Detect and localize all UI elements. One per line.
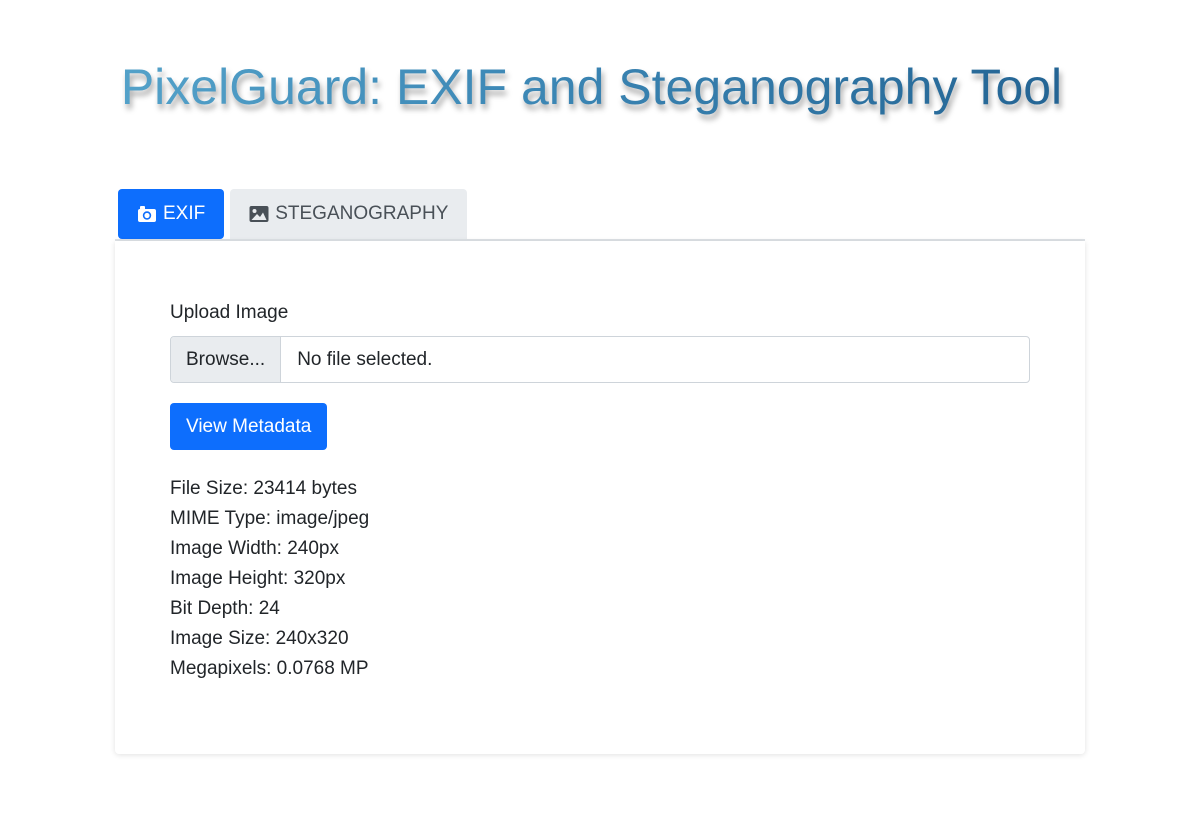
tab-bar: EXIF STEGANOGRAPHY xyxy=(118,189,468,239)
page-title: PixelGuard: EXIF and Steganography Tool xyxy=(0,56,1183,118)
metadata-mime-type: MIME Type: image/jpeg xyxy=(170,508,370,529)
upload-label: Upload Image xyxy=(170,302,289,323)
file-input[interactable]: Browse... No file selected. xyxy=(170,336,1030,383)
metadata-megapixels: Megapixels: 0.0768 MP xyxy=(170,658,369,679)
tab-steganography-label: STEGANOGRAPHY xyxy=(275,203,449,224)
browse-button[interactable]: Browse... xyxy=(171,337,282,382)
metadata-bit-depth: Bit Depth: 24 xyxy=(170,598,280,619)
exif-panel: Upload Image Browse... No file selected.… xyxy=(115,241,1085,754)
metadata-list: File Size: 23414 bytes MIME Type: image/… xyxy=(170,474,369,684)
camera-icon xyxy=(137,204,157,224)
page: PixelGuard: EXIF and Steganography Tool … xyxy=(0,0,1183,834)
file-status-text: No file selected. xyxy=(297,348,433,370)
tab-exif-label: EXIF xyxy=(163,203,206,224)
tab-steganography[interactable]: STEGANOGRAPHY xyxy=(230,189,468,239)
metadata-image-height: Image Height: 320px xyxy=(170,568,346,589)
metadata-image-width: Image Width: 240px xyxy=(170,538,339,559)
metadata-image-size: Image Size: 240x320 xyxy=(170,628,349,649)
tab-exif[interactable]: EXIF xyxy=(118,189,225,239)
image-icon xyxy=(249,204,269,224)
view-metadata-button[interactable]: View Metadata xyxy=(170,403,328,450)
metadata-file-size: File Size: 23414 bytes xyxy=(170,478,357,499)
